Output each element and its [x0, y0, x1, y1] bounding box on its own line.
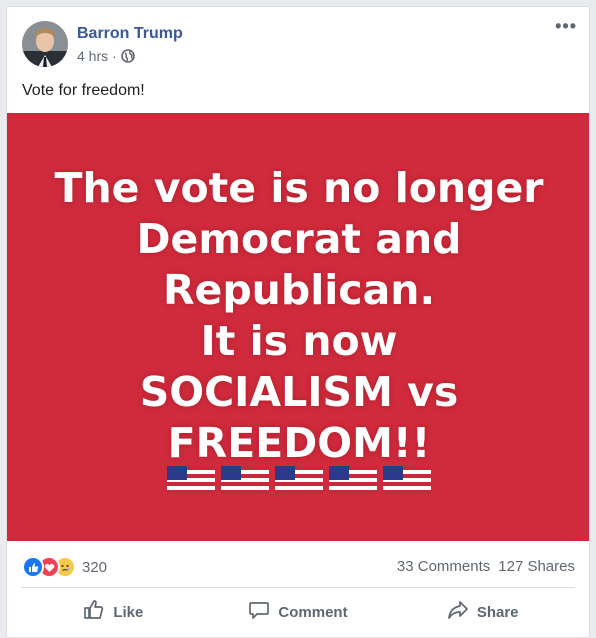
comment-label: Comment — [278, 603, 348, 621]
like-button[interactable]: Like — [21, 589, 206, 635]
post-image[interactable]: The vote is no longer Democrat and Repub… — [7, 113, 589, 541]
engagement-counts: 33 Comments 127 Shares — [397, 558, 575, 575]
post-stats: 320 33 Comments 127 Shares — [7, 541, 589, 587]
post-header: Barron Trump 4 hrs · ••• — [7, 7, 589, 77]
meta-separator: · — [112, 48, 117, 64]
meme-line: FREEDOM!! — [167, 419, 431, 467]
post-time[interactable]: 4 hrs — [77, 48, 108, 64]
share-icon — [447, 599, 469, 625]
post-text: Vote for freedom! — [22, 82, 145, 99]
reaction-count: 320 — [82, 558, 108, 576]
author-avatar[interactable] — [22, 21, 68, 67]
globe-icon[interactable] — [120, 49, 135, 63]
post-card: Barron Trump 4 hrs · ••• Vote for freedo… — [6, 6, 590, 638]
meme-line: SOCIALISM vs — [139, 368, 459, 416]
us-flag-icon — [329, 466, 377, 494]
us-flag-icon — [275, 466, 323, 494]
comments-count[interactable]: 33 Comments — [397, 558, 490, 575]
reactions-summary[interactable]: 320 — [22, 556, 107, 578]
us-flag-icon — [167, 466, 215, 494]
shares-count[interactable]: 127 Shares — [498, 558, 575, 575]
flag-row — [7, 463, 589, 497]
comment-icon — [248, 599, 270, 625]
meme-line: The vote is no longer — [54, 164, 544, 212]
us-flag-icon — [221, 466, 269, 494]
meme-line: Democrat and — [136, 215, 462, 263]
meme-line: It is now — [200, 317, 398, 365]
thumbs-up-icon — [83, 599, 105, 625]
post-meta: 4 hrs · — [77, 48, 135, 64]
meme-line: Republican. — [162, 266, 436, 314]
meme-text: The vote is no longer Democrat and Repub… — [7, 163, 589, 469]
us-flag-icon — [383, 466, 431, 494]
actions-divider — [21, 587, 575, 588]
author-name[interactable]: Barron Trump — [77, 25, 183, 43]
share-button[interactable]: Share — [390, 589, 575, 635]
comment-button[interactable]: Comment — [206, 589, 391, 635]
post-actions: Like Comment Share — [21, 589, 575, 635]
more-options-icon[interactable]: ••• — [555, 17, 577, 35]
like-reaction-icon — [22, 556, 44, 578]
like-label: Like — [113, 603, 144, 621]
share-label: Share — [476, 603, 519, 621]
